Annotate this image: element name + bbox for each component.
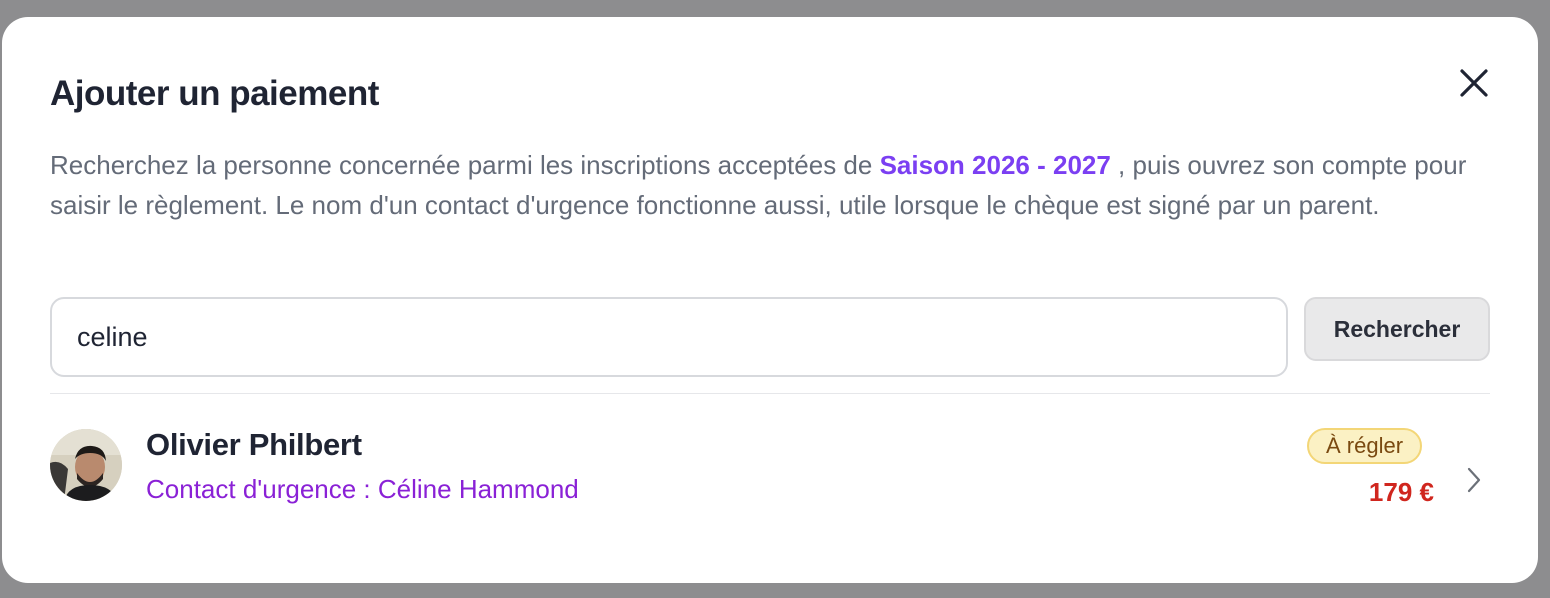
person-name: Olivier Philbert xyxy=(146,427,362,462)
status-badge: À régler xyxy=(1307,428,1423,464)
avatar xyxy=(50,429,122,501)
close-button[interactable] xyxy=(1454,63,1494,103)
chevron-right-icon xyxy=(1467,467,1481,493)
results-divider xyxy=(50,393,1490,394)
emergency-contact: Contact d'urgence : Céline Hammond xyxy=(146,474,579,504)
result-row[interactable]: Olivier Philbert Contact d'urgence : Cél… xyxy=(50,417,1490,529)
add-payment-dialog: Ajouter un paiement Recherchez la person… xyxy=(2,17,1538,583)
description-text-before: Recherchez la personne concernée parmi l… xyxy=(50,150,880,180)
search-input[interactable] xyxy=(50,297,1288,377)
close-icon xyxy=(1460,69,1488,97)
search-button[interactable]: Rechercher xyxy=(1304,297,1490,361)
dialog-title: Ajouter un paiement xyxy=(50,74,379,113)
amount-due: 179 € xyxy=(1368,477,1434,507)
dialog-description: Recherchez la personne concernée parmi l… xyxy=(50,145,1490,225)
season-name: Saison 2026 - 2027 xyxy=(879,150,1111,180)
